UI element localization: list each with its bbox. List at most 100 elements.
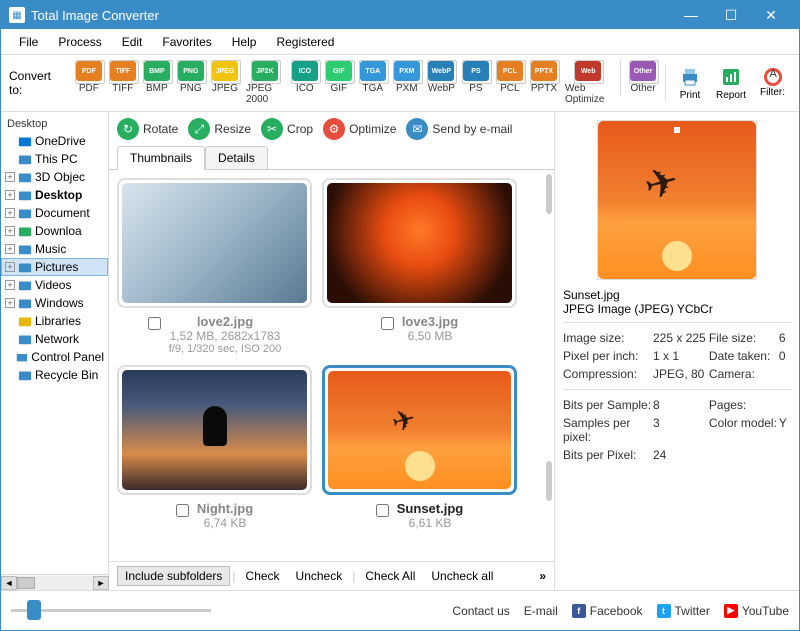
minimize-button[interactable]: —	[671, 1, 711, 29]
expand-icon[interactable]: +	[5, 262, 15, 272]
expand-icon[interactable]: +	[5, 280, 15, 290]
scrollbar-thumb[interactable]	[546, 174, 552, 214]
close-button[interactable]: ✕	[751, 1, 791, 29]
thumbnail-checkbox[interactable]	[148, 317, 161, 330]
tree-item-onedrive[interactable]: OneDrive	[1, 132, 108, 150]
uncheck-all-button[interactable]: Uncheck all	[423, 566, 501, 586]
info-value: 225 x 225	[653, 331, 706, 345]
format-label: TGA	[363, 83, 384, 94]
format-tga[interactable]: TGATGA	[357, 59, 389, 107]
expand-icon[interactable]: +	[5, 190, 15, 200]
resize-button[interactable]: ⤢Resize	[188, 118, 251, 140]
format-jpeg[interactable]: JPEGJPEG	[209, 59, 241, 107]
tree-item-controlpanel[interactable]: Control Panel	[1, 348, 108, 366]
tree-item-3dobjec[interactable]: +3D Objec	[1, 168, 108, 186]
format-ps[interactable]: PSPS	[460, 59, 492, 107]
format-png[interactable]: PNGPNG	[175, 59, 207, 107]
tree-item-document[interactable]: +Document	[1, 204, 108, 222]
thumbnail-checkbox[interactable]	[176, 504, 189, 517]
info-value: 3	[653, 416, 660, 444]
scroll-right-arrow[interactable]: ►	[93, 576, 109, 590]
menu-file[interactable]: File	[11, 32, 46, 52]
optimize-button[interactable]: ⚙Optimize	[323, 118, 396, 140]
tree-item-network[interactable]: Network	[1, 330, 108, 348]
format-bmp[interactable]: BMPBMP	[141, 59, 173, 107]
tree-item-thispc[interactable]: This PC	[1, 150, 108, 168]
format-pdf[interactable]: PDFPDF	[73, 59, 105, 107]
tab-thumbnails[interactable]: Thumbnails	[117, 146, 205, 170]
facebook-link[interactable]: fFacebook	[572, 604, 643, 618]
tree-label: Libraries	[35, 314, 81, 328]
more-chevron-icon[interactable]: »	[539, 569, 546, 583]
twitter-link[interactable]: tTwitter	[657, 604, 710, 618]
format-badge-icon: PDF	[76, 61, 102, 81]
menu-help[interactable]: Help	[224, 32, 265, 52]
format-tiff[interactable]: TIFFTIFF	[107, 59, 139, 107]
tree-item-desktop[interactable]: +Desktop	[1, 186, 108, 204]
slider-thumb[interactable]	[27, 600, 41, 620]
expand-icon[interactable]: +	[5, 298, 15, 308]
tree-item-recyclebin[interactable]: Recycle Bin	[1, 366, 108, 384]
thumbnail-checkbox[interactable]	[376, 504, 389, 517]
thumbnail-frame	[117, 178, 312, 308]
tree-item-pictures[interactable]: +Pictures	[1, 258, 108, 276]
expand-icon[interactable]: +	[5, 244, 15, 254]
format-weboptimize[interactable]: WebWeb Optimize	[562, 59, 614, 107]
format-jpeg2000[interactable]: JP2KJPEG 2000	[243, 59, 287, 107]
format-pxm[interactable]: PXMPXM	[391, 59, 423, 107]
tree-item-libraries[interactable]: Libraries	[1, 312, 108, 330]
menu-process[interactable]: Process	[50, 32, 109, 52]
report-button[interactable]: Report	[710, 63, 752, 103]
menu-favorites[interactable]: Favorites	[154, 32, 219, 52]
menu-edit[interactable]: Edit	[114, 32, 151, 52]
format-pptx[interactable]: PPTXPPTX	[528, 59, 560, 107]
folder-icon	[18, 296, 32, 310]
tree-item-windows[interactable]: +Windows	[1, 294, 108, 312]
format-gif[interactable]: GIFGIF	[323, 59, 355, 107]
send-email-button[interactable]: ✉Send by e-mail	[406, 118, 512, 140]
tree-item-videos[interactable]: +Videos	[1, 276, 108, 294]
format-badge-icon: JPEG	[212, 61, 238, 81]
expand-icon[interactable]: +	[5, 208, 15, 218]
thumbnail-item[interactable]: love2.jpg 1,52 MB, 2682x1783 f/9, 1/320 …	[117, 178, 312, 355]
thumbnail-item[interactable]: Night.jpg 6,74 KB	[117, 365, 312, 530]
uncheck-button[interactable]: Uncheck	[288, 566, 351, 586]
check-button[interactable]: Check	[238, 566, 288, 586]
thumbnails-grid[interactable]: love2.jpg 1,52 MB, 2682x1783 f/9, 1/320 …	[109, 169, 554, 561]
tree-item-music[interactable]: +Music	[1, 240, 108, 258]
format-webp[interactable]: WebPWebP	[425, 59, 458, 107]
expand-icon[interactable]: +	[5, 226, 15, 236]
contact-link[interactable]: Contact us	[452, 604, 509, 618]
thumbnail-checkbox[interactable]	[381, 317, 394, 330]
email-link[interactable]: E-mail	[524, 604, 558, 618]
tree-item-downloa[interactable]: +Downloa	[1, 222, 108, 240]
maximize-button[interactable]: ☐	[711, 1, 751, 29]
check-all-button[interactable]: Check All	[357, 566, 423, 586]
scroll-left-arrow[interactable]: ◄	[1, 576, 17, 590]
sidebar-hscroll[interactable]: ◄ ►	[1, 574, 109, 590]
tab-details[interactable]: Details	[205, 146, 268, 170]
format-pcl[interactable]: PCLPCL	[494, 59, 526, 107]
thumbnail-image	[122, 183, 307, 303]
format-other[interactable]: OtherOther	[627, 59, 659, 107]
menu-registered[interactable]: Registered	[268, 32, 342, 52]
print-button[interactable]: Print	[672, 63, 708, 103]
toolbar-divider	[665, 65, 666, 101]
format-ico[interactable]: ICOICO	[289, 59, 321, 107]
include-subfolders-toggle[interactable]: Include subfolders	[117, 566, 230, 586]
rotate-button[interactable]: ↻Rotate	[117, 118, 178, 140]
youtube-link[interactable]: ▶YouTube	[724, 604, 789, 618]
info-label: File size:	[709, 331, 779, 345]
info-row: Bits per Sample:8 Pages:	[563, 396, 791, 414]
format-label: PS	[469, 83, 482, 94]
thumbnail-item[interactable]: Sunset.jpg 6,61 KB	[322, 365, 517, 530]
tree-label: OneDrive	[35, 134, 86, 148]
format-badge-icon: ICO	[292, 61, 318, 81]
thumbnail-item[interactable]: love3.jpg 6,50 MB	[322, 178, 517, 355]
zoom-slider[interactable]	[11, 609, 211, 612]
filter-button[interactable]: A Filter:	[754, 66, 791, 100]
expand-icon[interactable]: +	[5, 172, 15, 182]
folder-tree[interactable]: Desktop OneDriveThis PC+3D Objec+Desktop…	[1, 112, 109, 574]
scrollbar-thumb[interactable]	[546, 461, 552, 501]
crop-button[interactable]: ✂Crop	[261, 118, 313, 140]
